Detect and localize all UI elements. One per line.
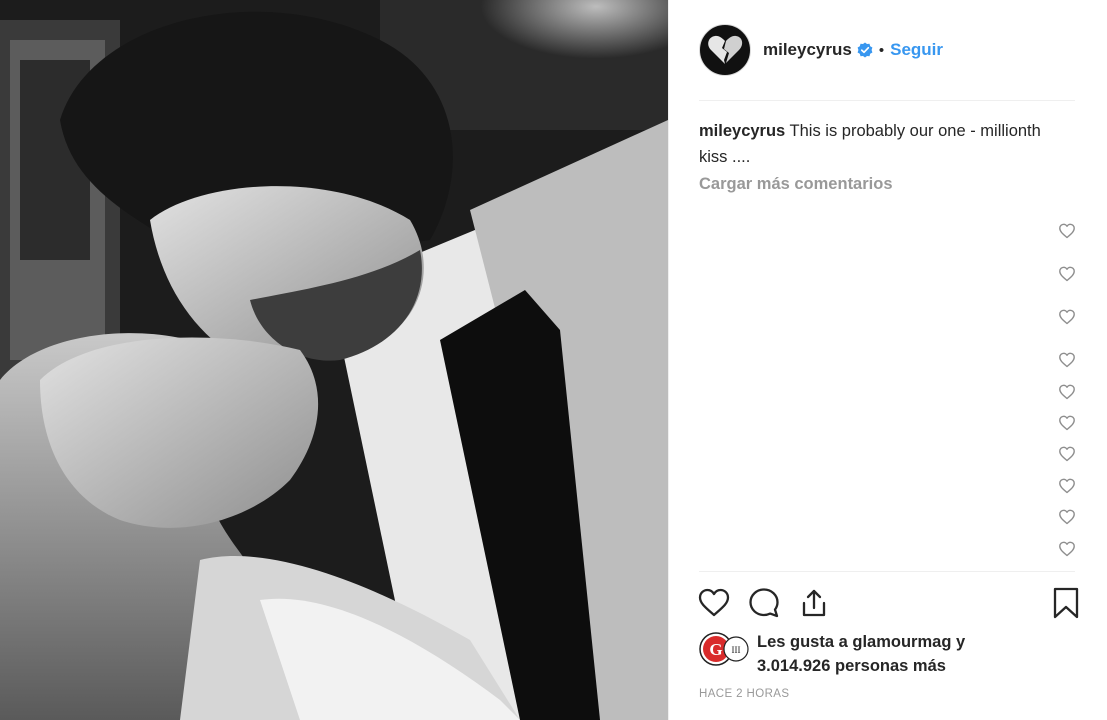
glamour-logo-icon: G III — [699, 632, 749, 666]
follow-button[interactable]: Seguir — [890, 40, 943, 60]
svg-text:III: III — [732, 645, 741, 655]
header-separator: • — [878, 41, 885, 59]
heart-icon[interactable] — [1058, 383, 1076, 401]
svg-text:G: G — [709, 640, 722, 659]
post-photo[interactable] — [0, 0, 668, 720]
likes-prefix: Les gusta a — [757, 633, 848, 651]
heart-icon[interactable] — [1058, 445, 1076, 463]
heart-icon[interactable] — [697, 586, 731, 620]
instagram-post: mileycyrus • Seguir mileycyrus This is p… — [0, 0, 1107, 720]
comments-divider — [699, 571, 1075, 572]
heart-icon[interactable] — [1058, 265, 1076, 283]
likes-summary: G III Les gusta a glamourmag y 3.014.926… — [699, 630, 1089, 678]
comment-icon[interactable] — [747, 586, 781, 620]
load-more-comments-button[interactable]: Cargar más comentarios — [699, 175, 893, 194]
verified-badge-icon — [857, 42, 873, 58]
caption-username[interactable]: mileycyrus — [699, 122, 785, 140]
liker-username[interactable]: glamourmag — [852, 633, 951, 651]
post-side-panel: mileycyrus • Seguir mileycyrus This is p… — [668, 0, 1107, 720]
heart-icon[interactable] — [1058, 477, 1076, 495]
liker-avatar[interactable]: G III — [699, 632, 749, 666]
post-header: mileycyrus • Seguir — [699, 22, 1077, 78]
heart-icon[interactable] — [1058, 508, 1076, 526]
broken-heart-logo-icon — [708, 35, 743, 64]
likes-suffix: y — [956, 633, 966, 651]
heart-icon[interactable] — [1058, 222, 1076, 240]
heart-icon[interactable] — [1058, 308, 1076, 326]
bookmark-icon[interactable] — [1049, 586, 1083, 620]
heart-icon[interactable] — [1058, 414, 1076, 432]
post-actions-bar — [697, 586, 1079, 622]
header-username[interactable]: mileycyrus — [763, 40, 852, 60]
likes-text: Les gusta a glamourmag y 3.014.926 perso… — [757, 630, 965, 678]
couple-kiss-photo — [0, 0, 668, 720]
post-timestamp[interactable]: HACE 2 HORAS — [699, 688, 789, 700]
heart-icon[interactable] — [1058, 540, 1076, 558]
likes-count-link[interactable]: 3.014.926 personas más — [757, 654, 965, 678]
share-icon[interactable] — [797, 586, 831, 620]
post-caption: mileycyrus This is probably our one - mi… — [699, 118, 1059, 170]
profile-avatar[interactable] — [699, 24, 751, 76]
heart-icon[interactable] — [1058, 351, 1076, 369]
header-divider — [699, 100, 1075, 101]
